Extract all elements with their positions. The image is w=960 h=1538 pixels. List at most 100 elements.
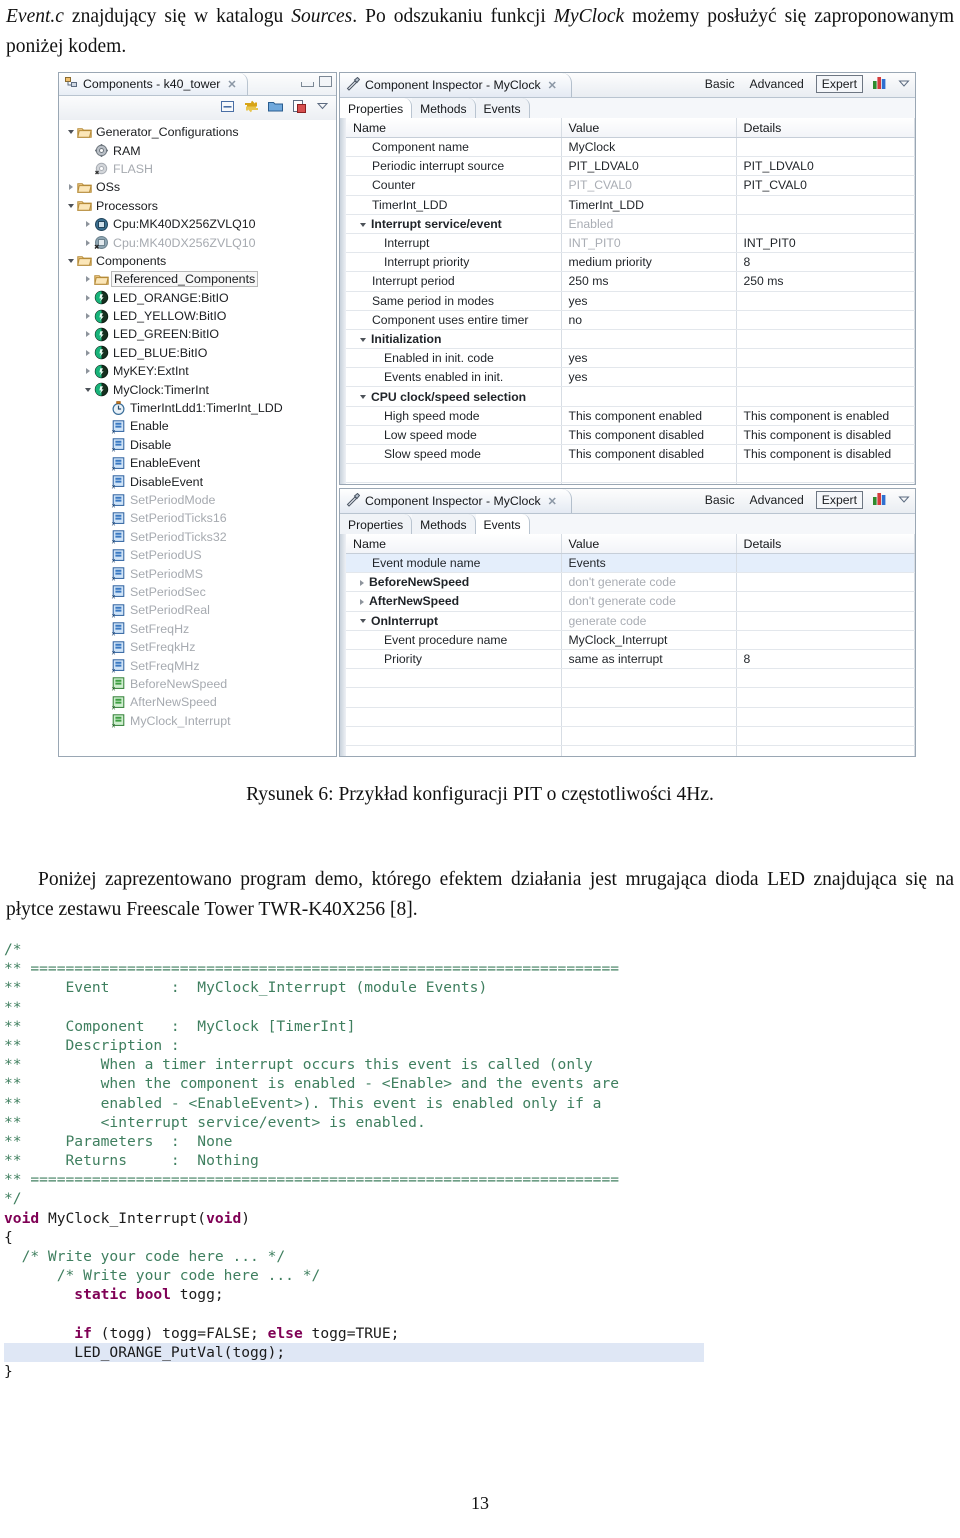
bar-chart-icon[interactable]: [872, 75, 888, 93]
tab-component-inspector-events[interactable]: Component Inspector - MyClock ✕: [340, 489, 572, 513]
table-row[interactable]: CPU clock/speed selection: [346, 386, 915, 407]
mode-advanced[interactable]: Advanced: [747, 76, 807, 92]
tree-item[interactable]: x SetPeriodUS: [59, 546, 336, 564]
tab-events[interactable]: Events: [475, 98, 530, 119]
chevron-down-icon[interactable]: [65, 127, 76, 138]
tree-item[interactable]: x BeforeNewSpeed: [59, 675, 336, 693]
tree-item[interactable]: OSs: [59, 178, 336, 196]
table-row[interactable]: [346, 726, 915, 746]
tree-item[interactable]: FLASH: [59, 160, 336, 178]
row-value-cell[interactable]: [561, 726, 737, 746]
row-value-cell[interactable]: [561, 687, 737, 708]
close-icon[interactable]: ✕: [548, 79, 557, 92]
tree-item[interactable]: Cpu:MK40DX256ZVLQ10: [59, 233, 336, 251]
row-value-cell[interactable]: don't generate code: [561, 572, 737, 593]
table-row[interactable]: Event module name Events: [346, 553, 915, 574]
tab-events[interactable]: Events: [475, 514, 530, 536]
chevron-right-icon[interactable]: [82, 274, 93, 285]
inspector-properties-subtabs[interactable]: Properties Methods Events: [340, 98, 915, 120]
tree-item[interactable]: x SetPeriodTicks32: [59, 528, 336, 546]
tree-item[interactable]: LED_BLUE:BitIO: [59, 344, 336, 362]
row-value-cell[interactable]: yes: [561, 291, 737, 311]
chevron-down-icon[interactable]: [65, 255, 76, 266]
collapse-all-icon[interactable]: [219, 98, 236, 115]
table-row[interactable]: [346, 745, 915, 756]
table-row[interactable]: [346, 707, 915, 727]
row-value-cell[interactable]: This component enabled: [561, 406, 737, 426]
tree-item[interactable]: x SetPeriodSec: [59, 583, 336, 601]
tab-components[interactable]: Components - k40_tower ✕: [59, 73, 248, 95]
column-header-name[interactable]: Name: [346, 118, 562, 138]
tab-methods[interactable]: Methods: [412, 514, 476, 535]
table-row[interactable]: Periodic interrupt source PIT_LDVAL0 PIT_L…: [346, 156, 915, 177]
row-value-cell[interactable]: [561, 745, 737, 756]
view-menu-chevron-icon[interactable]: [897, 492, 911, 509]
chevron-right-icon[interactable]: [360, 599, 364, 606]
row-value-cell[interactable]: PIT_LDVAL0: [561, 156, 737, 177]
properties-table[interactable]: Name Value Details Component name MyClock Per…: [346, 118, 915, 484]
table-row[interactable]: Enabled in init. code yes: [346, 348, 915, 369]
column-header-details[interactable]: Details: [736, 534, 915, 554]
chevron-down-icon[interactable]: [360, 337, 366, 342]
row-value-cell[interactable]: no: [561, 310, 737, 330]
row-value-cell[interactable]: Enabled: [561, 214, 737, 234]
tree-item[interactable]: x SetPeriodReal: [59, 601, 336, 619]
table-row[interactable]: [346, 482, 915, 484]
row-value-cell[interactable]: [561, 707, 737, 727]
chevron-down-icon[interactable]: [360, 222, 366, 227]
chevron-right-icon[interactable]: [82, 219, 93, 230]
row-value-cell[interactable]: This component disabled: [561, 444, 737, 465]
tree-item[interactable]: x Disable: [59, 436, 336, 454]
tree-item[interactable]: x SetFreqHz: [59, 620, 336, 638]
table-row[interactable]: Priority same as interrupt 8: [346, 649, 915, 670]
mode-expert[interactable]: Expert: [815, 491, 863, 509]
mode-advanced[interactable]: Advanced: [747, 492, 807, 508]
column-header-value[interactable]: Value: [561, 118, 737, 138]
mode-expert[interactable]: Expert: [815, 75, 863, 93]
tab-properties[interactable]: Properties: [340, 98, 413, 120]
tree-item[interactable]: x SetFreqMHz: [59, 656, 336, 674]
row-value-cell[interactable]: TimerInt_LDD: [561, 195, 737, 215]
chevron-right-icon[interactable]: [82, 311, 93, 322]
tree-item[interactable]: RAM: [59, 141, 336, 159]
row-value-cell[interactable]: [561, 668, 737, 689]
row-value-cell[interactable]: don't generate code: [561, 591, 737, 612]
tree-item[interactable]: Cpu:MK40DX256ZVLQ10: [59, 215, 336, 233]
components-tree[interactable]: Generator_Configurations RAM FLASH OSs P…: [59, 120, 336, 756]
table-row[interactable]: Slow speed mode This component disabled Th…: [346, 444, 915, 465]
folder-icon[interactable]: [267, 98, 284, 115]
table-row[interactable]: Component name MyClock: [346, 137, 915, 158]
chevron-down-icon[interactable]: [82, 384, 93, 395]
row-value-cell[interactable]: 250 ms: [561, 271, 737, 292]
table-row[interactable]: Component uses entire timer no: [346, 310, 915, 330]
table-row[interactable]: Events enabled in init. yes: [346, 367, 915, 388]
tree-item[interactable]: Generator_Configurations: [59, 123, 336, 141]
table-row[interactable]: Counter PIT_CVAL0 PIT_CVAL0: [346, 175, 915, 196]
chevron-right-icon[interactable]: [360, 580, 364, 587]
tab-properties[interactable]: Properties: [340, 514, 413, 535]
row-value-cell[interactable]: same as interrupt: [561, 649, 737, 670]
table-row[interactable]: Interrupt priority medium priority 8: [346, 252, 915, 273]
table-row[interactable]: [346, 668, 915, 689]
tree-item[interactable]: x Enable: [59, 417, 336, 435]
row-value-cell[interactable]: [561, 329, 737, 350]
chevron-right-icon[interactable]: [82, 237, 93, 248]
minimize-button[interactable]: [301, 81, 314, 87]
tab-methods[interactable]: Methods: [412, 98, 476, 119]
table-row[interactable]: OnInterrupt generate code: [346, 611, 915, 631]
chevron-down-icon[interactable]: [65, 200, 76, 211]
row-value-cell[interactable]: MyClock: [561, 137, 737, 158]
table-row[interactable]: Interrupt period 250 ms 250 ms: [346, 271, 915, 292]
tree-item[interactable]: Components: [59, 252, 336, 270]
chevron-right-icon[interactable]: [65, 182, 76, 193]
chevron-right-icon[interactable]: [82, 347, 93, 358]
row-value-cell[interactable]: [561, 386, 737, 407]
inspector-properties-grid-wrap[interactable]: Name Value Details Component name MyClock Per…: [346, 118, 915, 484]
chevron-down-icon[interactable]: [360, 395, 366, 400]
row-value-cell[interactable]: MyClock_Interrupt: [561, 630, 737, 650]
chevron-right-icon[interactable]: [82, 329, 93, 340]
table-row[interactable]: [346, 687, 915, 708]
refresh-sync-icon[interactable]: [243, 98, 260, 115]
tree-item[interactable]: x SetPeriodTicks16: [59, 509, 336, 527]
mode-basic[interactable]: Basic: [702, 76, 738, 92]
